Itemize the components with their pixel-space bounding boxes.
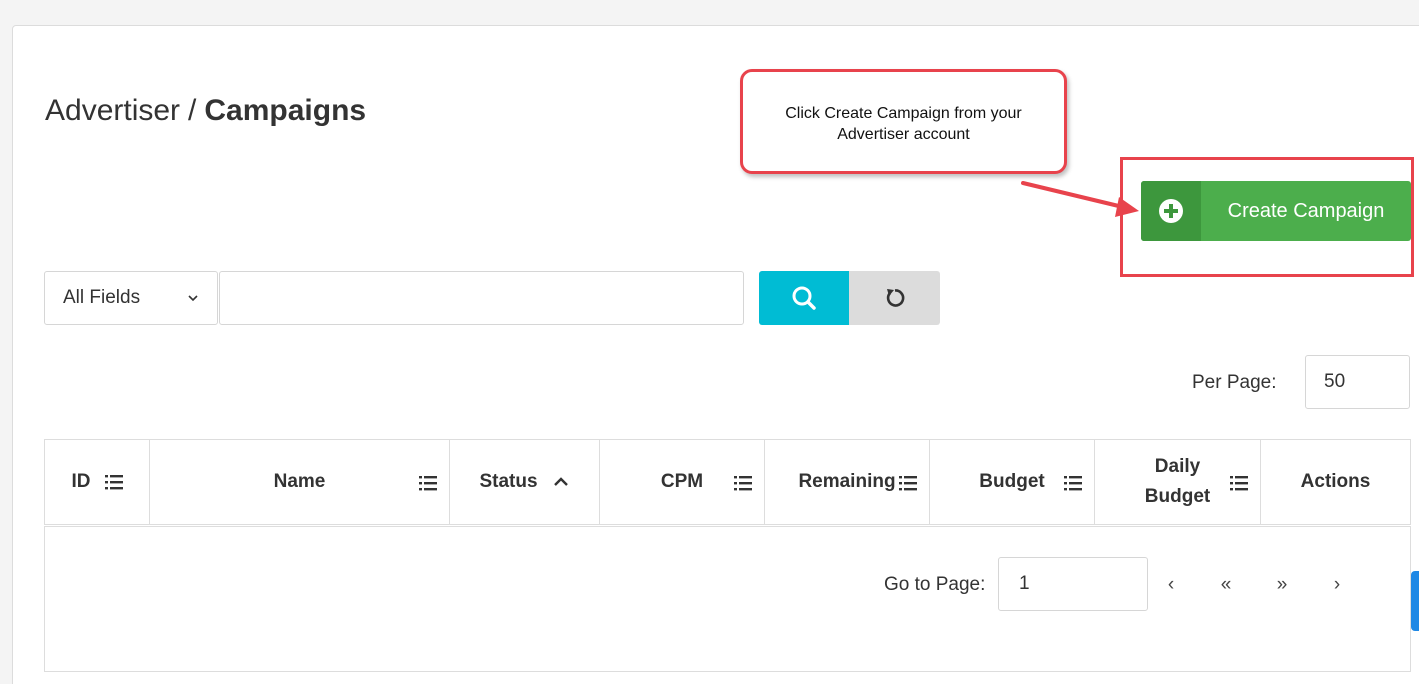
breadcrumb-current: Campaigns (204, 94, 367, 127)
table-header: ID Name Status CPM Remaining Budget Dail… (44, 439, 1411, 525)
sort-icon[interactable] (1230, 475, 1248, 491)
sort-icon[interactable] (1064, 475, 1082, 491)
last-page-button[interactable]: » (1267, 574, 1297, 596)
plus-circle-icon (1159, 199, 1183, 223)
column-id[interactable]: ID (45, 440, 150, 524)
prev-page-button[interactable]: ‹ (1156, 574, 1186, 596)
search-input[interactable] (219, 271, 744, 325)
goto-page-input[interactable] (998, 557, 1148, 611)
reset-button[interactable] (849, 271, 940, 325)
create-icon-area (1141, 181, 1201, 241)
create-campaign-button[interactable]: Create Campaign (1141, 181, 1411, 241)
column-status[interactable]: Status (450, 440, 600, 524)
sort-ascending-icon[interactable] (552, 474, 570, 490)
create-campaign-label: Create Campaign (1227, 199, 1385, 222)
breadcrumb-separator: / (188, 94, 197, 127)
column-cpm[interactable]: CPM (600, 440, 765, 524)
column-remaining[interactable]: Remaining (765, 440, 930, 524)
column-actions: Actions (1300, 471, 1371, 492)
callout-line-2: Advertiser account (837, 126, 970, 143)
first-page-button[interactable]: « (1211, 574, 1241, 596)
table-body (44, 526, 1411, 672)
sort-icon[interactable] (419, 475, 437, 491)
side-tab[interactable] (1411, 571, 1419, 631)
next-page-button[interactable]: › (1322, 574, 1352, 596)
column-daily-budget[interactable]: Daily Budget (1095, 440, 1261, 524)
chevron-down-icon (188, 295, 198, 302)
callout-line-1: Click Create Campaign from your (785, 105, 1022, 122)
search-icon (792, 286, 816, 310)
sort-icon[interactable] (104, 474, 123, 490)
goto-page-label: Go to Page: (884, 574, 986, 595)
sort-icon[interactable] (734, 475, 752, 491)
instruction-callout: Click Create Campaign from your Advertis… (740, 69, 1067, 174)
breadcrumb-parent[interactable]: Advertiser (45, 94, 180, 127)
search-button[interactable] (759, 271, 849, 325)
column-budget[interactable]: Budget (930, 440, 1095, 524)
search-field-select[interactable]: All Fields (44, 271, 218, 325)
page-title: Advertiser / Campaigns (45, 94, 366, 128)
search-field-value: All Fields (63, 287, 141, 308)
reset-icon (886, 289, 904, 307)
per-page-label: Per Page: (1192, 372, 1277, 393)
column-name[interactable]: Name (150, 440, 450, 524)
per-page-input[interactable] (1305, 355, 1410, 409)
sort-icon[interactable] (899, 475, 917, 491)
